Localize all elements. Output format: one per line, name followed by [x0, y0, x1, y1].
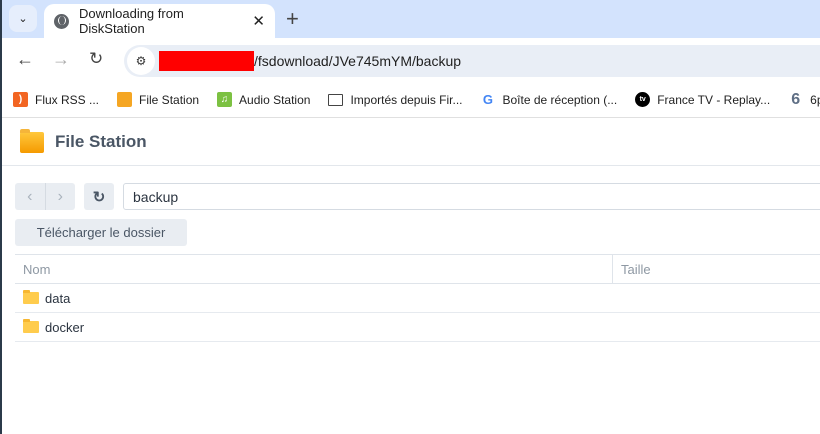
table-row[interactable]: docker [15, 313, 820, 342]
forward-button[interactable]: → [52, 49, 70, 70]
bookmark-label: Boîte de réception (... [502, 92, 618, 107]
bookmark-label: 6p [810, 92, 820, 107]
music-icon: ♫ [217, 92, 233, 107]
file-list: Nom Taille data docker [15, 254, 820, 342]
address-bar[interactable]: ⚙ /fsdownload/JVe745mYM/backup [124, 45, 820, 77]
refresh-button[interactable]: ↻ [84, 183, 114, 210]
redacted-host [159, 51, 254, 71]
bookmark-label: Audio Station [239, 92, 311, 107]
file-name: data [45, 290, 71, 306]
folder-icon [23, 319, 39, 333]
back-icon[interactable]: ‹ [15, 183, 46, 210]
bookmarks-bar: ) Flux RSS ... File Station ♫ Audio Statio… [2, 82, 820, 118]
column-name[interactable]: Nom [15, 255, 613, 283]
app-header: File Station [2, 119, 820, 166]
bookmark-label: Importés depuis Fir... [350, 92, 463, 107]
new-tab-button[interactable]: + [286, 6, 299, 32]
reload-button[interactable]: ↻ [89, 49, 103, 69]
folder-icon [23, 290, 39, 304]
table-row[interactable]: data [15, 284, 820, 313]
globe-icon [54, 13, 69, 29]
tab-active[interactable]: Downloading from DiskStation ✕ [44, 4, 275, 38]
folder-icon [117, 92, 133, 107]
path-field[interactable]: backup [123, 183, 820, 210]
browser-toolbar: ← → ↻ ⚙ /fsdownload/JVe745mYM/backup [2, 38, 820, 82]
francetv-icon: tv [635, 92, 651, 107]
back-button[interactable]: ← [16, 49, 34, 70]
six-icon: 6 [791, 90, 801, 108]
site-settings-icon[interactable]: ⚙ [127, 47, 155, 75]
file-station-logo-icon [20, 128, 44, 153]
bookmark-label: File Station [139, 92, 200, 107]
bookmark-label: France TV - Replay... [657, 92, 771, 107]
column-size[interactable]: Taille [613, 255, 659, 283]
bookmark-file-station[interactable]: File Station [117, 92, 199, 107]
url-text[interactable]: /fsdownload/JVe745mYM/backup [254, 53, 461, 69]
file-name: docker [45, 319, 85, 335]
tab-title: Downloading from DiskStation [79, 6, 184, 36]
download-folder-button[interactable]: Télécharger le dossier [15, 219, 187, 246]
history-nav: ‹ › [15, 183, 75, 210]
app-title: File Station [55, 132, 147, 151]
tab-search-button[interactable]: ⌄ [9, 5, 37, 32]
google-icon: G [482, 92, 494, 107]
bookmark-france-tv[interactable]: tv France TV - Replay... [635, 92, 770, 107]
forward-icon[interactable]: › [46, 183, 76, 210]
bookmark-imported-folder[interactable]: Importés depuis Fir... [328, 93, 462, 107]
bookmark-label: Flux RSS ... [35, 92, 100, 107]
folder-outline-icon [328, 93, 344, 106]
rss-icon: ) [13, 92, 28, 107]
close-tab-icon[interactable]: ✕ [252, 12, 265, 30]
bookmark-flux-rss[interactable]: ) Flux RSS ... [13, 92, 99, 107]
bookmark-6p[interactable]: 6 6p [788, 90, 820, 108]
bookmark-gmail[interactable]: G Boîte de réception (... [480, 92, 617, 107]
table-header: Nom Taille [15, 254, 820, 284]
tab-strip: ⌄ Downloading from DiskStation ✕ + [2, 0, 820, 38]
bookmark-audio-station[interactable]: ♫ Audio Station [217, 92, 310, 107]
